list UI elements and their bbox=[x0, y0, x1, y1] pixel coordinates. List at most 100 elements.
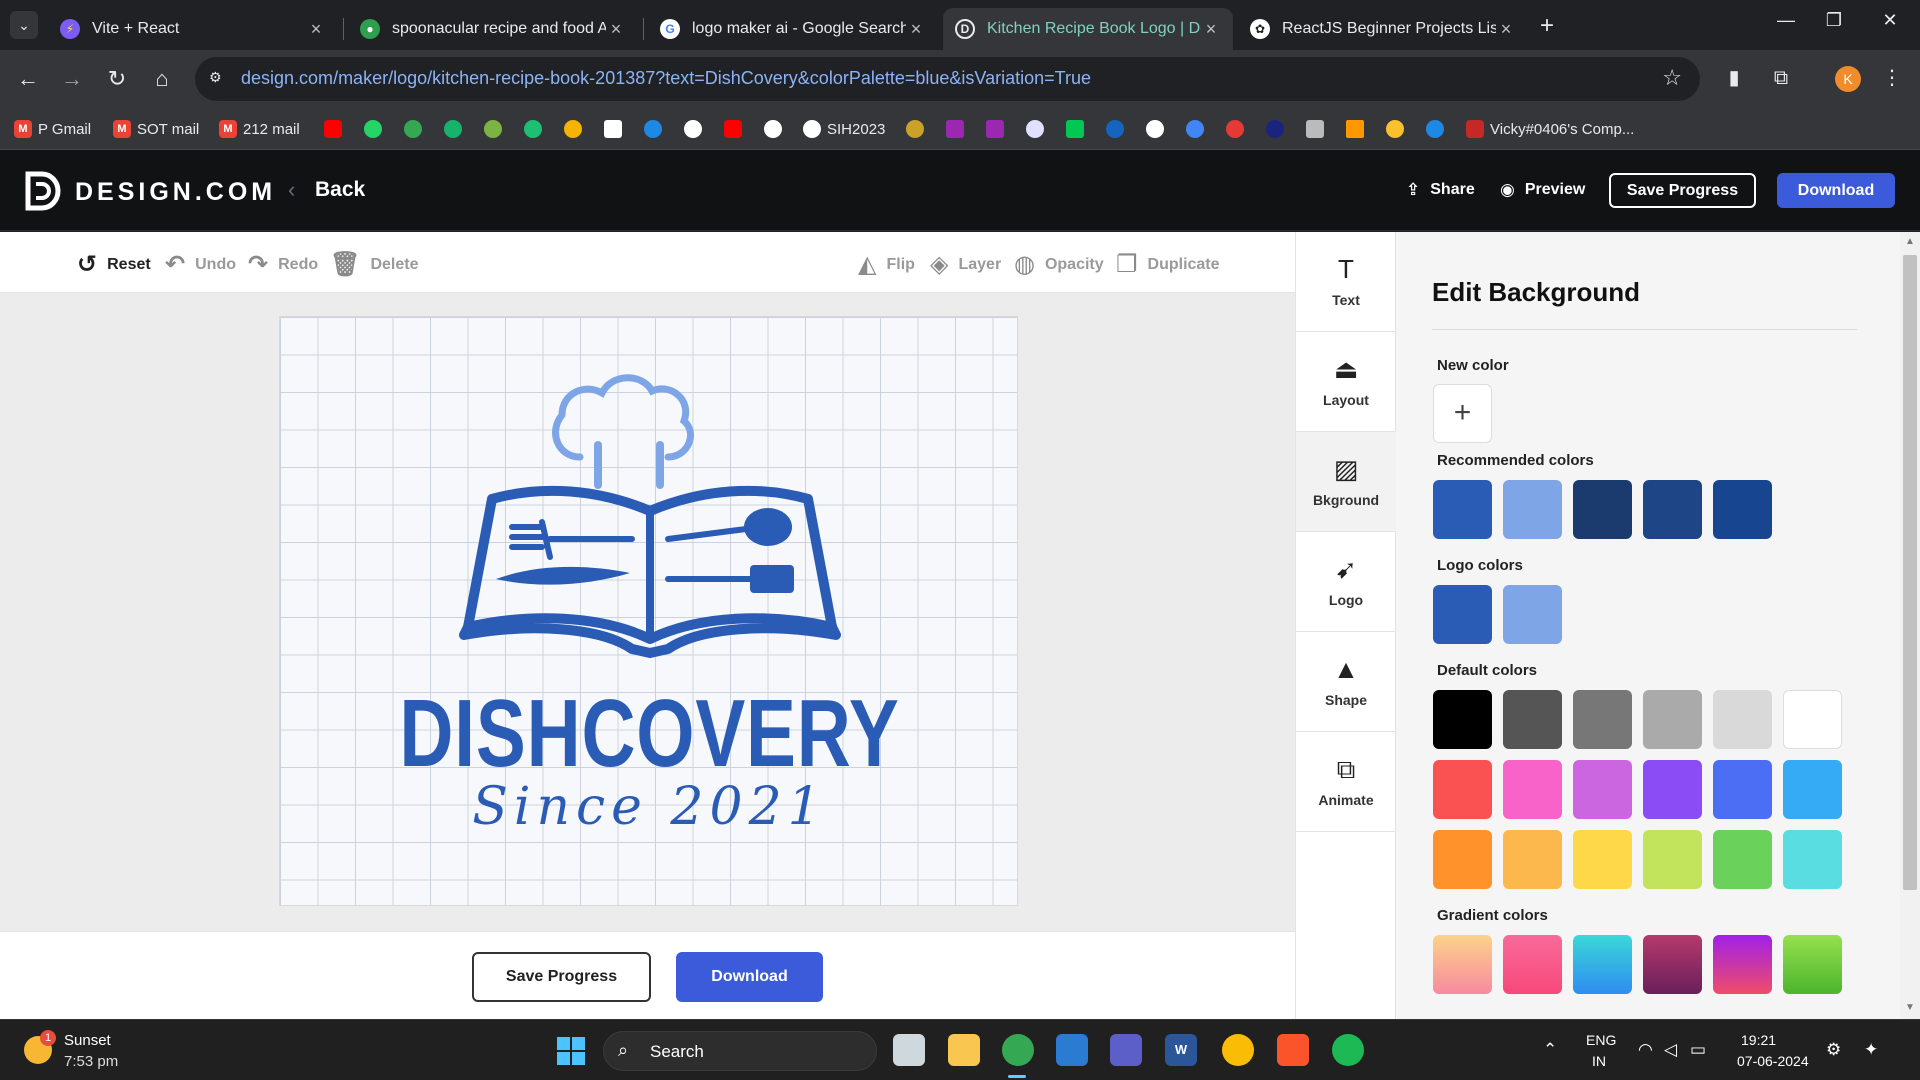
tab-vite-react[interactable]: ⚡ Vite + React × bbox=[48, 8, 338, 50]
restore-icon[interactable]: ❐ bbox=[1814, 10, 1854, 31]
gemini-icon[interactable] bbox=[1186, 120, 1204, 138]
bookmark-app-icon[interactable] bbox=[946, 120, 964, 138]
battery-icon[interactable]: ▭ bbox=[1690, 1040, 1706, 1060]
duplicate-button[interactable]: ❐ Duplicate bbox=[1116, 250, 1220, 279]
close-tab-icon[interactable]: × bbox=[906, 19, 926, 40]
redo-button[interactable]: ↷ Redo bbox=[248, 250, 318, 279]
save-progress-button[interactable]: Save Progress bbox=[472, 952, 651, 1002]
volume-icon[interactable]: ◁ bbox=[1664, 1040, 1677, 1060]
tab-design-com[interactable]: D Kitchen Recipe Book Logo | Design.com … bbox=[943, 8, 1233, 50]
bookmark-app-icon[interactable] bbox=[1386, 120, 1404, 138]
file-explorer-icon[interactable] bbox=[948, 1034, 980, 1066]
region-indicator[interactable]: IN bbox=[1592, 1053, 1606, 1069]
bookmark-sot-mail[interactable]: M SOT mail bbox=[113, 118, 199, 140]
language-indicator[interactable]: ENG bbox=[1586, 1032, 1616, 1048]
chrome-icon[interactable] bbox=[1222, 1034, 1254, 1066]
bookmark-star-icon[interactable]: ☆ bbox=[1662, 65, 1682, 91]
forward-arrow-icon[interactable]: → bbox=[56, 63, 88, 95]
opacity-button[interactable]: ◍ Opacity bbox=[1014, 250, 1104, 279]
weather-subtitle[interactable]: 7:53 pm bbox=[64, 1053, 118, 1070]
bookmark-app-icon[interactable] bbox=[986, 120, 1004, 138]
reset-button[interactable]: ↺ Reset bbox=[77, 250, 151, 279]
new-tab-icon[interactable]: + bbox=[1540, 12, 1554, 40]
recommended-color-swatch[interactable] bbox=[1713, 480, 1772, 539]
maps-icon[interactable] bbox=[404, 120, 422, 138]
bookmark-app-icon[interactable] bbox=[524, 120, 542, 138]
gradient-color-swatch[interactable] bbox=[1433, 935, 1492, 994]
close-tab-icon[interactable]: × bbox=[1201, 19, 1221, 40]
url-text[interactable]: design.com/maker/logo/kitchen-recipe-boo… bbox=[241, 68, 1091, 89]
bookmark-sih2023[interactable]: SIH2023 bbox=[803, 118, 885, 140]
whatsapp-icon[interactable] bbox=[364, 120, 382, 138]
bookmark-app-icon[interactable] bbox=[1426, 120, 1444, 138]
preview-button[interactable]: ◉ Preview bbox=[1500, 180, 1585, 200]
bookmark-app-icon[interactable] bbox=[1026, 120, 1044, 138]
default-color-swatch[interactable] bbox=[1643, 830, 1702, 889]
tool-logo[interactable]: ➹ Logo bbox=[1296, 532, 1396, 632]
back-arrow-icon[interactable]: ← bbox=[12, 63, 44, 95]
header-download-button[interactable]: Download bbox=[1777, 173, 1895, 208]
minimize-icon[interactable]: — bbox=[1766, 10, 1806, 31]
address-bar[interactable]: ⚙ design.com/maker/logo/kitchen-recipe-b… bbox=[195, 57, 1700, 101]
bookmark-app-icon[interactable] bbox=[1306, 120, 1324, 138]
recommended-color-swatch[interactable] bbox=[1433, 480, 1492, 539]
undo-button[interactable]: ↶ Undo bbox=[165, 250, 236, 279]
share-button[interactable]: ⇪ Share bbox=[1406, 180, 1475, 200]
default-color-swatch[interactable] bbox=[1433, 830, 1492, 889]
bookmark-app-icon[interactable] bbox=[644, 120, 662, 138]
notification-settings-icon[interactable]: ⚙ bbox=[1826, 1040, 1841, 1060]
close-tab-icon[interactable]: × bbox=[606, 19, 626, 40]
tab-reactjs-projects[interactable]: ✿ ReactJS Beginner Projects List × bbox=[1238, 8, 1528, 50]
panel-scrollbar-thumb[interactable] bbox=[1903, 255, 1917, 890]
bookmark-app-icon[interactable] bbox=[1226, 120, 1244, 138]
chrome-icon[interactable] bbox=[1002, 1034, 1034, 1066]
close-window-icon[interactable]: ✕ bbox=[1870, 10, 1910, 31]
teams-icon[interactable] bbox=[1110, 1034, 1142, 1066]
tool-animate[interactable]: ⧉ Animate bbox=[1296, 732, 1396, 832]
recommended-color-swatch[interactable] bbox=[1573, 480, 1632, 539]
youtube-icon[interactable] bbox=[724, 120, 742, 138]
tool-shape[interactable]: ▲ Shape bbox=[1296, 632, 1396, 732]
back-link[interactable]: Back bbox=[315, 178, 365, 202]
add-new-color-button[interactable]: + bbox=[1433, 384, 1492, 443]
tab-spoonacular[interactable]: ● spoonacular recipe and food API × bbox=[348, 8, 638, 50]
tool-layout[interactable]: ⏏ Layout bbox=[1296, 332, 1396, 432]
word-icon[interactable]: W bbox=[1165, 1034, 1197, 1066]
recommended-color-swatch[interactable] bbox=[1503, 480, 1562, 539]
design-com-logo-icon[interactable] bbox=[24, 170, 62, 212]
default-color-swatch[interactable] bbox=[1783, 760, 1842, 819]
chevron-left-icon[interactable]: ‹ bbox=[288, 177, 295, 203]
task-view-icon[interactable] bbox=[893, 1034, 925, 1066]
extension-mouse-icon[interactable]: ▮ bbox=[1718, 62, 1750, 94]
recommended-color-swatch[interactable] bbox=[1643, 480, 1702, 539]
chevron-up-icon[interactable]: ⌃ bbox=[1543, 1040, 1557, 1060]
tool-background[interactable]: ▨ Bkground bbox=[1296, 432, 1396, 532]
bookmark-app-icon[interactable] bbox=[1106, 120, 1124, 138]
clock-date[interactable]: 07-06-2024 bbox=[1737, 1053, 1809, 1069]
layer-button[interactable]: ◈ Layer bbox=[930, 250, 1001, 279]
codechef-icon[interactable] bbox=[444, 120, 462, 138]
default-color-swatch[interactable] bbox=[1643, 760, 1702, 819]
flip-button[interactable]: ◭ Flip bbox=[858, 250, 915, 279]
logo-color-swatch[interactable] bbox=[1503, 585, 1562, 644]
default-color-swatch[interactable] bbox=[1643, 690, 1702, 749]
mc-icon[interactable] bbox=[604, 120, 622, 138]
download-button[interactable]: Download bbox=[676, 952, 823, 1002]
bookmark-212-mail[interactable]: M 212 mail bbox=[219, 118, 300, 140]
bookmark-vicky-comp[interactable]: Vicky#0406's Comp... bbox=[1466, 118, 1634, 140]
scroll-down-arrow-icon[interactable]: ▼ bbox=[1904, 1002, 1916, 1013]
default-color-swatch[interactable] bbox=[1713, 760, 1772, 819]
home-icon[interactable]: ⌂ bbox=[146, 63, 178, 95]
spotify-icon[interactable] bbox=[1332, 1034, 1364, 1066]
windows-start-icon[interactable] bbox=[557, 1037, 585, 1065]
default-color-swatch[interactable] bbox=[1783, 690, 1842, 749]
logo-brand-name[interactable]: DISHCOVERY bbox=[361, 679, 937, 789]
default-color-swatch[interactable] bbox=[1713, 830, 1772, 889]
close-tab-icon[interactable]: × bbox=[306, 19, 326, 40]
taskbar-search-box[interactable]: ⌕ Search bbox=[603, 1031, 877, 1071]
gradient-color-swatch[interactable] bbox=[1783, 935, 1842, 994]
logo-tagline[interactable]: Since 2021 bbox=[280, 777, 1019, 837]
bookmark-app-icon[interactable] bbox=[1266, 120, 1284, 138]
default-color-swatch[interactable] bbox=[1433, 760, 1492, 819]
brave-icon[interactable] bbox=[1277, 1034, 1309, 1066]
